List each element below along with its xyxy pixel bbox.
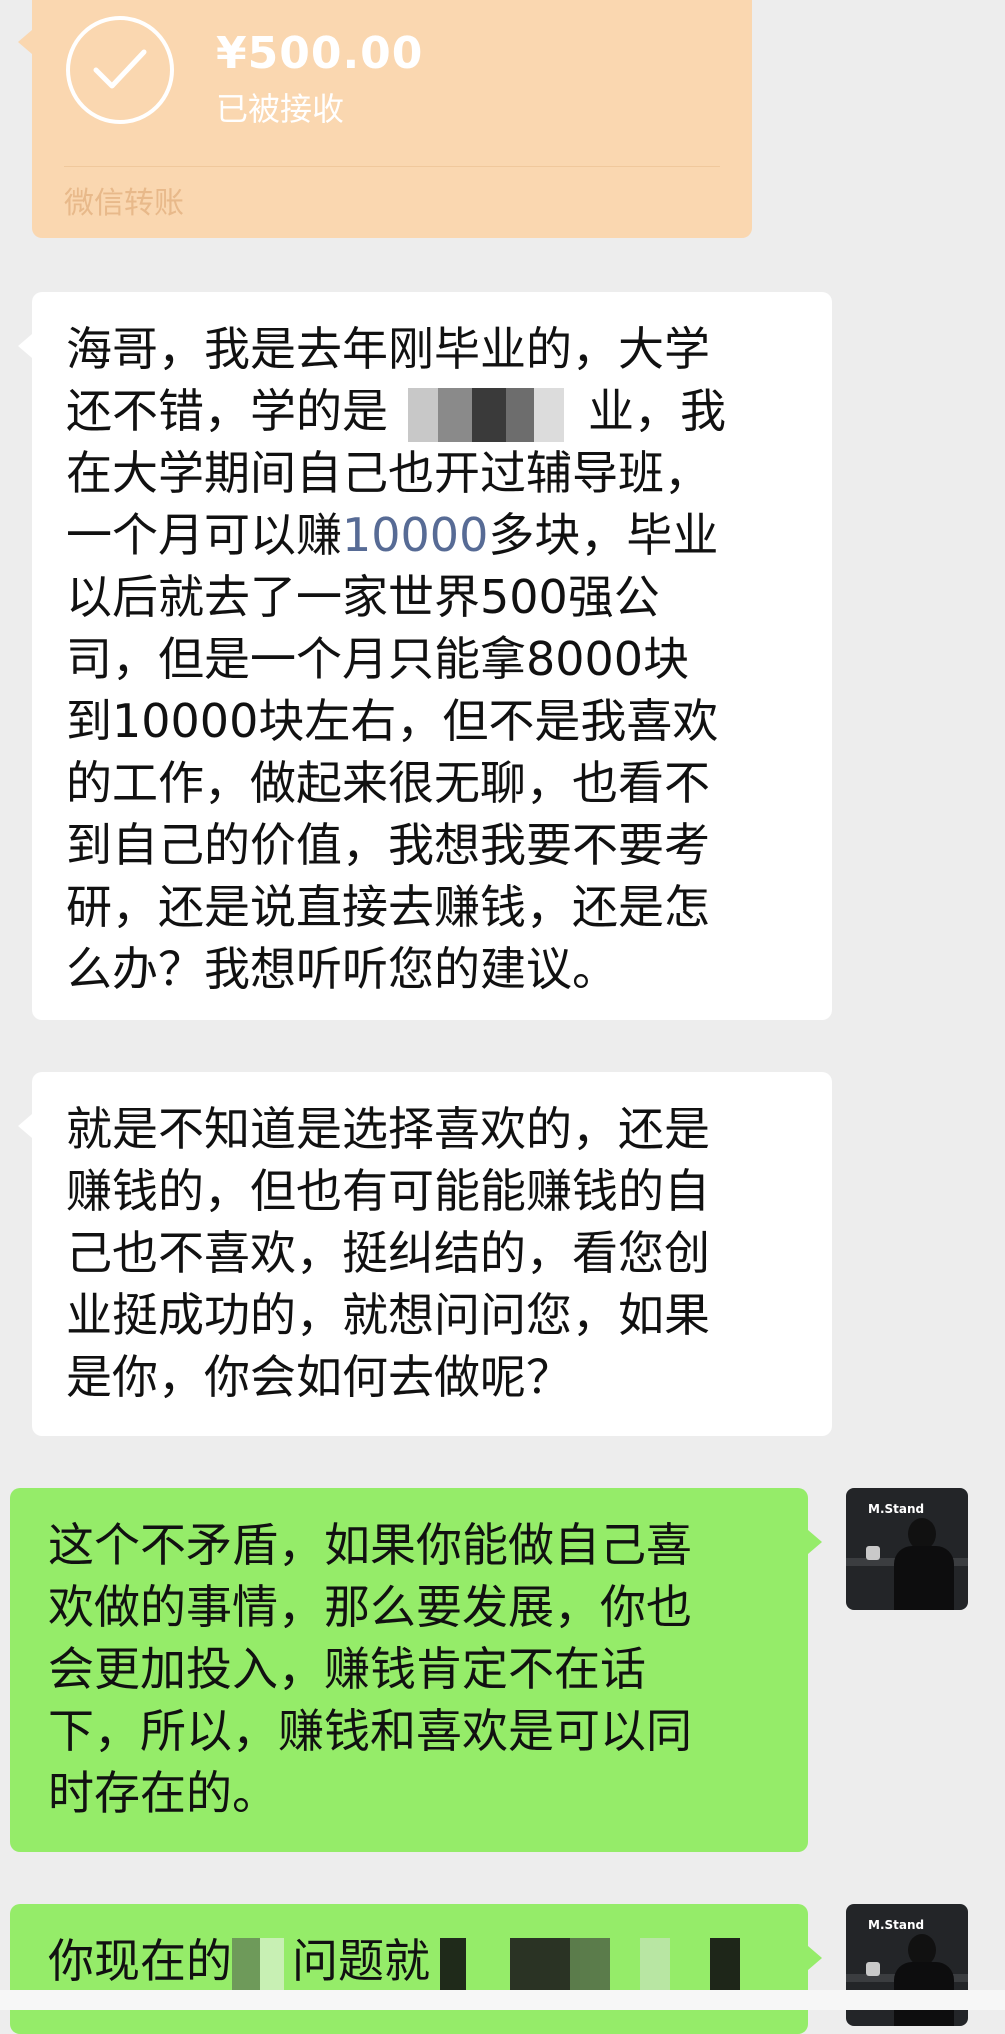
transfer-label: 微信转账 [64,186,184,221]
highlighted-number: 10000 [342,508,489,562]
transfer-amount: ¥500.00 [216,28,424,79]
message-line: 业挺成功的，就想问问您，如果 [66,1288,710,1342]
message-line: 的工作，做起来很无聊，也看不 [66,756,710,810]
message-line: 时存在的。 [48,1766,278,1820]
message-line: 么办？我想听听您的建议。 [66,942,618,996]
message-line: 一个月可以赚10000多块，毕业 [66,508,719,562]
message-line: 就是不知道是选择喜欢的，还是 [66,1102,710,1156]
message-line: 欢做的事情，那么要发展，你也 [48,1580,692,1634]
message-bubble-outgoing[interactable]: 你现在的 问题就 [10,1904,822,2034]
message-line: 是你，你会如何去做呢？ [66,1350,572,1404]
transfer-status: 已被接收 [216,90,345,128]
censored-mosaic [388,387,588,442]
message-line: 以后就去了一家世界500强公 [66,570,660,624]
message-line: 还不错，学的是 业，我 [66,380,798,442]
transfer-card[interactable]: ¥500.00 已被接收 微信转账 [18,0,752,238]
message-line: 到10000块左右，但不是我喜欢 [66,694,719,748]
censored-mosaic [232,1937,292,1992]
message-line: 在大学期间自己也开过辅导班， [66,446,710,500]
message-line: 你现在的 问题就 [48,1930,770,1992]
user-avatar[interactable]: M.Stand [846,1488,968,1610]
message-line: 会更加投入，赚钱肯定不在话 [48,1642,646,1696]
avatar-sign: M.Stand [868,1918,925,1932]
divider [64,166,720,167]
chat-area: ¥500.00 已被接收 微信转账 海哥，我是去年刚毕业的，大学 还不错，学的是… [0,0,1005,2034]
message-line: 海哥，我是去年刚毕业的，大学 [66,322,710,376]
censored-mosaic [430,1937,760,1992]
avatar-sign: M.Stand [868,1502,925,1516]
message-line: 己也不喜欢，挺纠结的，看您创 [66,1226,710,1280]
message-line: 到自己的价值，我想我要不要考 [66,818,710,872]
message-line: 研，还是说直接去赚钱，还是怎 [66,880,710,934]
message-bubble-outgoing[interactable]: 这个不矛盾，如果你能做自己喜 欢做的事情，那么要发展，你也 会更加投入，赚钱肯定… [10,1488,822,1852]
message-line: 赚钱的，但也有可能能赚钱的自 [66,1164,710,1218]
message-line: 下，所以，赚钱和喜欢是可以同 [48,1704,692,1758]
message-line: 这个不矛盾，如果你能做自己喜 [48,1518,692,1572]
check-circle-icon [66,16,174,124]
message-bubble-incoming[interactable]: 就是不知道是选择喜欢的，还是 赚钱的，但也有可能能赚钱的自 己也不喜欢，挺纠结的… [18,1072,832,1436]
message-bubble-incoming[interactable]: 海哥，我是去年刚毕业的，大学 还不错，学的是 业，我 在大学期间自己也开过辅导班，… [18,292,832,1020]
bottom-bar [0,1990,1005,2010]
message-line: 司，但是一个月只能拿8000块 [66,632,690,686]
